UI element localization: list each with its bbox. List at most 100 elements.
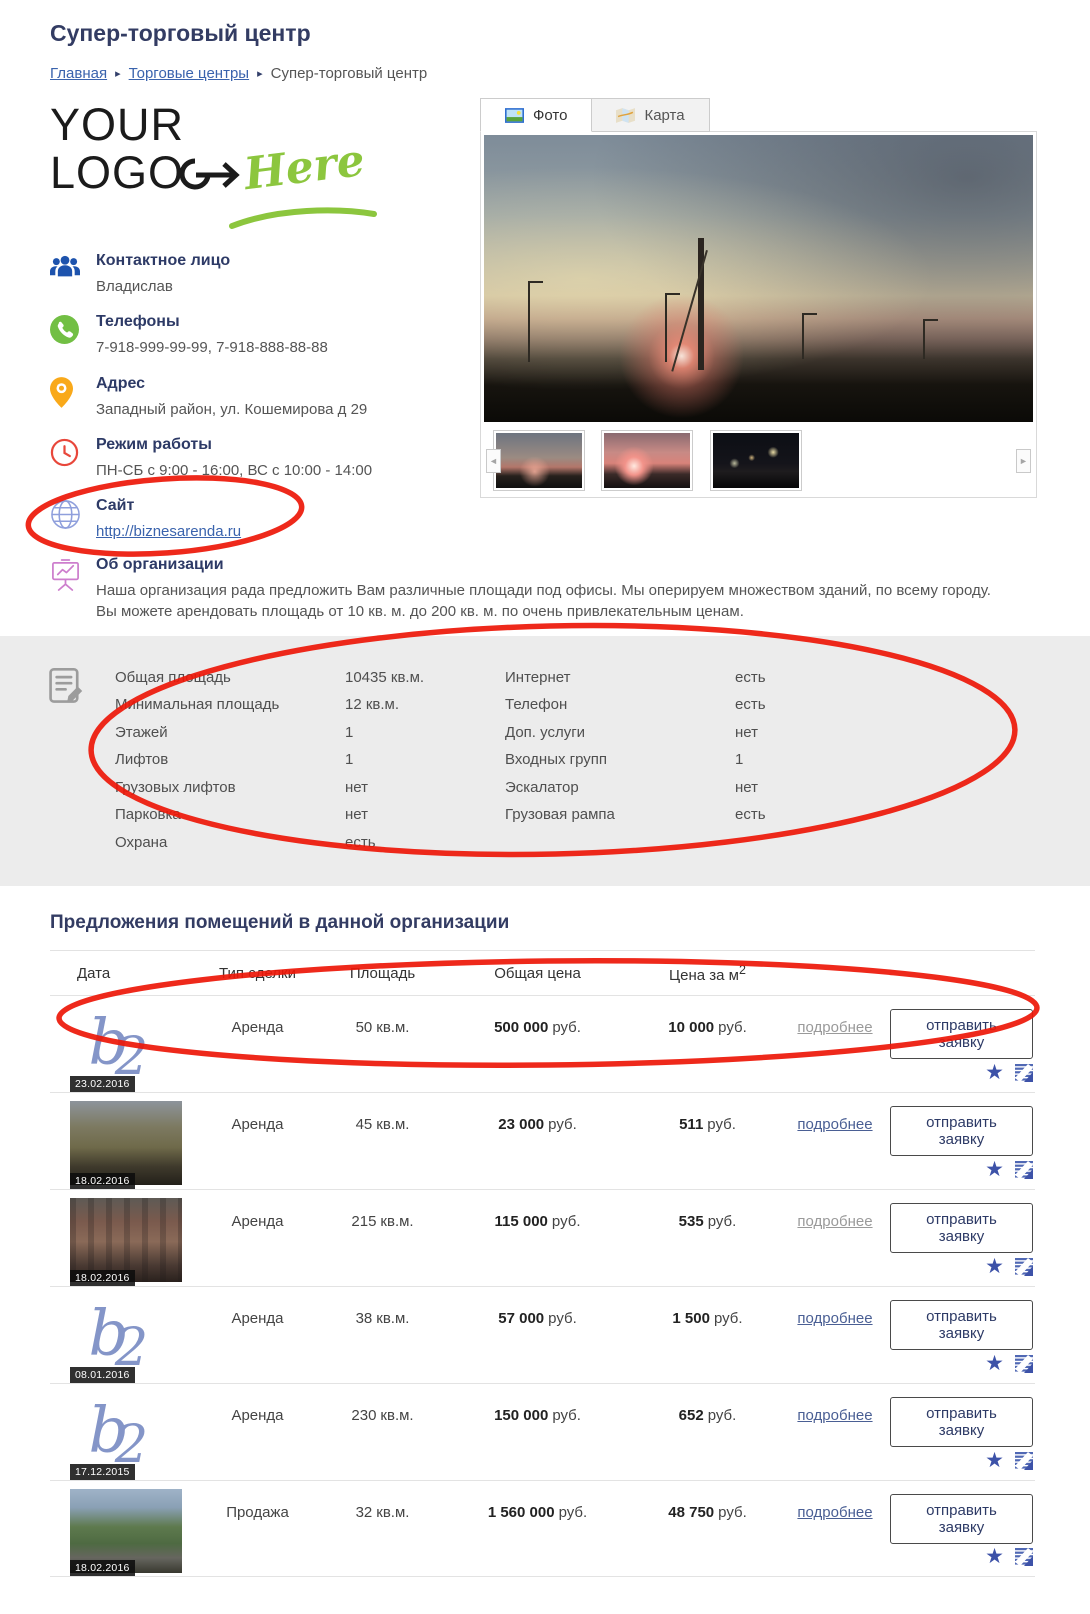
gallery-thumbnail[interactable]	[493, 430, 585, 491]
specs-left-column: Общая площадь10435 кв.м. Минимальная пло…	[115, 664, 505, 857]
offer-deal-type: Аренда	[190, 1287, 325, 1383]
offer-area: 230кв.м.	[325, 1384, 440, 1480]
offer-deal-type: Аренда	[190, 1190, 325, 1286]
streetlight-silhouette	[528, 281, 530, 361]
main-photo	[484, 135, 1033, 422]
offer-deal-type: Аренда	[190, 1093, 325, 1189]
svg-text:2: 2	[114, 1026, 148, 1079]
details-link[interactable]: подробнее	[797, 1310, 872, 1327]
offer-deal-type: Аренда	[190, 1384, 325, 1480]
offer-area: 38кв.м.	[325, 1287, 440, 1383]
compare-notes-icon[interactable]	[1015, 1452, 1033, 1470]
notepad-icon	[45, 664, 115, 857]
column-header-date: Дата	[50, 965, 190, 982]
offers-heading: Предложения помещений в данной организац…	[50, 912, 1035, 934]
organization-logo: YOUR LOGO Here	[50, 104, 480, 236]
favorite-star-icon[interactable]: ★	[985, 1450, 1004, 1471]
offer-thumbnail[interactable]: b2 23.02.2016	[70, 1004, 182, 1092]
details-link[interactable]: подробнее	[797, 1407, 872, 1424]
gallery-prev-button[interactable]: ◄	[486, 449, 501, 473]
spec-row: Общая площадь10435 кв.м.	[115, 664, 505, 692]
gallery-thumbnail[interactable]	[710, 430, 802, 491]
offer-thumbnail[interactable]: 18.02.2016	[70, 1198, 182, 1286]
send-request-button[interactable]: отправить заявку	[890, 1203, 1033, 1253]
offer-row: 18.02.2016 Аренда 45кв.м. 23 000руб. 511…	[50, 1092, 1035, 1189]
spec-row: Доп. услугинет	[505, 719, 766, 747]
offer-thumbnail[interactable]: b2 08.01.2016	[70, 1295, 182, 1383]
offer-price-per-sqm: 1 500руб.	[635, 1287, 780, 1383]
compare-notes-icon[interactable]	[1015, 1064, 1033, 1082]
tab-map-label: Карта	[644, 107, 684, 124]
phones-value: 7-918-999-99-99, 7-918-888-88-88	[96, 338, 328, 358]
svg-text:2: 2	[114, 1317, 148, 1370]
offer-date: 23.02.2016	[70, 1076, 135, 1092]
b2-logo-thumbnail: b2	[70, 1392, 170, 1472]
hours-section: Режим работы ПН-СБ с 9:00 - 16:00, ВС с …	[50, 436, 480, 481]
details-link[interactable]: подробнее	[797, 1504, 872, 1521]
favorite-star-icon[interactable]: ★	[985, 1256, 1004, 1277]
site-link[interactable]: http://biznesarenda.ru	[96, 523, 241, 540]
gallery-thumbnail[interactable]	[601, 430, 693, 491]
breadcrumb-home[interactable]: Главная	[50, 65, 107, 82]
offer-total-price: 23 000руб.	[440, 1093, 635, 1189]
offer-price-per-sqm: 10 000руб.	[635, 996, 780, 1092]
offer-row: b2 17.12.2015 Аренда 230кв.м. 150 000руб…	[50, 1383, 1035, 1480]
compare-notes-icon[interactable]	[1015, 1548, 1033, 1566]
phones-section: Телефоны 7-918-999-99-99, 7-918-888-88-8…	[50, 313, 480, 358]
favorite-star-icon[interactable]: ★	[985, 1062, 1004, 1083]
tab-photo-label: Фото	[533, 107, 567, 124]
breadcrumb-separator-icon: ▸	[115, 67, 121, 80]
b2-logo-thumbnail: b2	[70, 1295, 170, 1375]
send-request-button[interactable]: отправить заявку	[890, 1009, 1033, 1059]
compare-notes-icon[interactable]	[1015, 1355, 1033, 1373]
contact-person-title: Контактное лицо	[96, 252, 230, 270]
offer-date: 08.01.2016	[70, 1367, 135, 1383]
offer-date: 17.12.2015	[70, 1464, 135, 1480]
spec-row: Минимальная площадь12 кв.м.	[115, 691, 505, 719]
thumbnail-strip: ◄ ►	[481, 425, 1036, 497]
details-link[interactable]: подробнее	[797, 1019, 872, 1036]
favorite-star-icon[interactable]: ★	[985, 1546, 1004, 1567]
contact-person-value: Владислав	[96, 277, 230, 297]
hours-value: ПН-СБ с 9:00 - 16:00, ВС с 10:00 - 14:00	[96, 461, 372, 481]
offer-thumbnail[interactable]: b2 17.12.2015	[70, 1392, 182, 1480]
offer-thumbnail[interactable]: 18.02.2016	[70, 1101, 182, 1189]
send-request-button[interactable]: отправить заявку	[890, 1494, 1033, 1544]
b2-logo-thumbnail: b2	[70, 1004, 170, 1084]
offer-price-per-sqm: 652руб.	[635, 1384, 780, 1480]
tab-photo[interactable]: Фото	[480, 98, 592, 132]
spec-row: Этажей1	[115, 719, 505, 747]
svg-text:2: 2	[114, 1414, 148, 1467]
compare-notes-icon[interactable]	[1015, 1258, 1033, 1276]
offer-date: 18.02.2016	[70, 1173, 135, 1189]
favorite-star-icon[interactable]: ★	[985, 1159, 1004, 1180]
column-header-per-sqm: Цена за м2	[635, 963, 780, 984]
breadcrumb-malls[interactable]: Торговые центры	[129, 65, 249, 82]
favorite-star-icon[interactable]: ★	[985, 1353, 1004, 1374]
send-request-button[interactable]: отправить заявку	[890, 1106, 1033, 1156]
offer-row: b2 08.01.2016 Аренда 38кв.м. 57 000руб. …	[50, 1286, 1035, 1383]
hours-title: Режим работы	[96, 436, 372, 454]
tab-map[interactable]: Карта	[592, 98, 709, 132]
details-link[interactable]: подробнее	[797, 1116, 872, 1133]
gallery-next-button[interactable]: ►	[1016, 449, 1031, 473]
site-title: Сайт	[96, 497, 241, 515]
spec-row: Грузовых лифтовнет	[115, 774, 505, 802]
site-section: Сайт http://biznesarenda.ru	[50, 497, 480, 542]
offer-total-price: 150 000руб.	[440, 1384, 635, 1480]
logo-text-logo: LOGO	[50, 147, 184, 199]
streetlight-silhouette	[665, 293, 667, 362]
breadcrumb-current: Супер-торговый центр	[271, 65, 428, 82]
spec-row: Входных групп1	[505, 746, 766, 774]
map-pin-icon	[50, 375, 96, 420]
compare-notes-icon[interactable]	[1015, 1161, 1033, 1179]
offer-thumbnail[interactable]: 18.02.2016	[70, 1489, 182, 1576]
send-request-button[interactable]: отправить заявку	[890, 1397, 1033, 1447]
globe-icon	[50, 497, 96, 542]
send-request-button[interactable]: отправить заявку	[890, 1300, 1033, 1350]
phone-icon	[50, 313, 96, 358]
offer-deal-type: Аренда	[190, 996, 325, 1092]
details-link[interactable]: подробнее	[797, 1213, 872, 1230]
column-header-total: Общая цена	[440, 965, 635, 982]
offer-total-price: 115 000руб.	[440, 1190, 635, 1286]
